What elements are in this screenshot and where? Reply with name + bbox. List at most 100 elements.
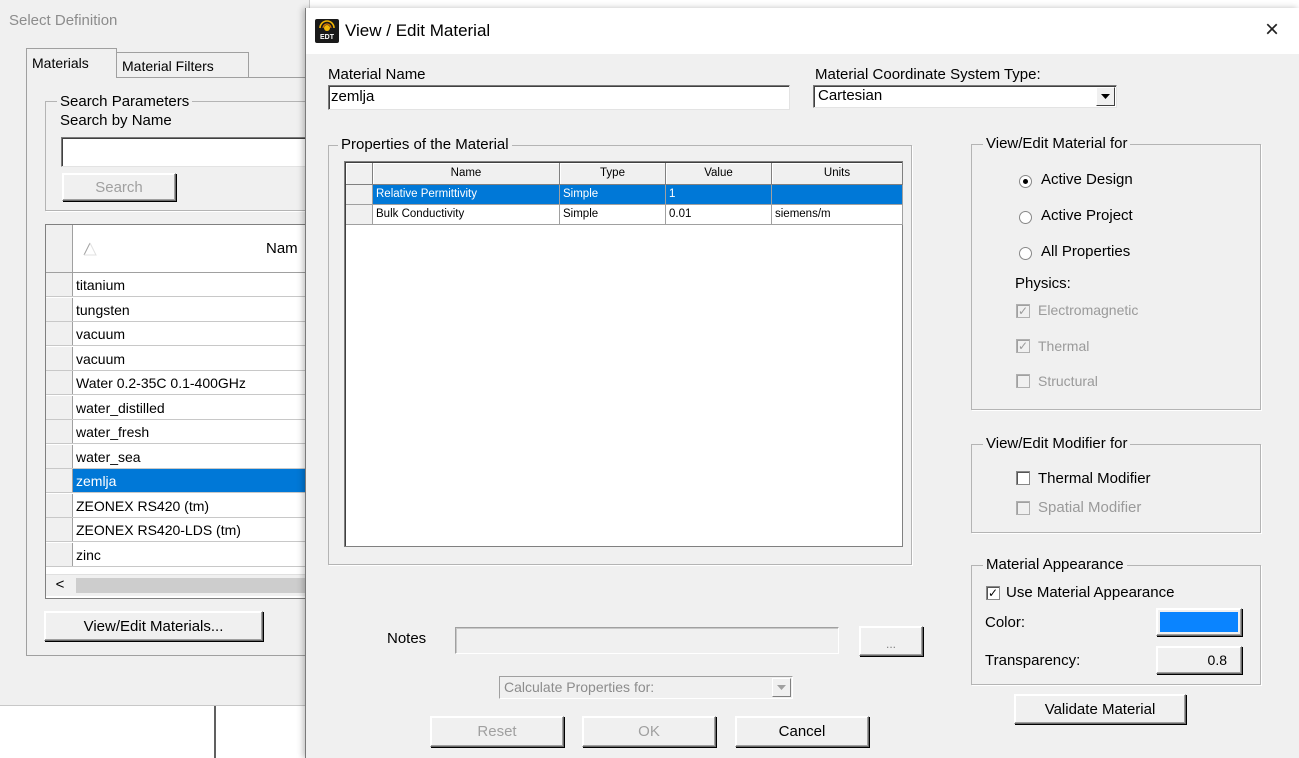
material-name: vacuum [76,350,126,367]
electromagnetic-label: Electromagnetic [1038,302,1139,318]
material-list-item[interactable]: vacuum [46,322,306,346]
property-name-cell[interactable]: Relative Permittivity [373,185,560,205]
material-list-item[interactable]: titanium [46,273,306,297]
material-list-item[interactable]: tungsten [46,297,306,322]
material-list-item[interactable]: Water 0.2-35C 0.1-400GHz [46,371,306,395]
row-header-cell[interactable] [46,395,73,419]
color-swatch [1160,612,1238,632]
coord-dropdown-button[interactable] [1096,87,1115,106]
scroll-left-icon: < [55,576,65,593]
ok-button-label: OK [638,723,660,740]
header-row-corner [46,225,73,272]
property-type-cell[interactable]: Simple [560,205,666,225]
property-type-cell[interactable]: Simple [560,185,666,205]
spatial-modifier-checkbox[interactable] [1016,501,1030,515]
row-header-cell[interactable] [46,371,73,394]
row-header-cell[interactable] [46,518,73,541]
row-header-cell[interactable] [46,273,73,296]
color-swatch-button[interactable] [1156,608,1242,636]
coord-system-select[interactable]: Cartesian [813,85,1117,108]
close-button[interactable]: × [1256,16,1288,46]
search-button[interactable]: Search [62,173,176,201]
row-header-cell[interactable] [46,493,73,517]
property-value-cell[interactable]: 0.01 [666,205,772,225]
color-label: Color: [985,614,1026,631]
appearance-group-label: Material Appearance [983,556,1127,573]
title-bar: EDT View / Edit Material × [306,8,1299,54]
property-units-cell[interactable] [772,185,903,205]
property-row-header[interactable] [346,205,373,225]
thermal-modifier-label[interactable]: Thermal Modifier [1038,470,1151,487]
row-header-cell[interactable] [46,297,73,321]
thermal-checkbox[interactable]: ✓ [1016,339,1030,353]
reset-button[interactable]: Reset [430,716,564,747]
all-properties-radio[interactable] [1019,247,1032,260]
material-list-item[interactable]: ZEONEX RS420-LDS (tm) [46,518,306,542]
material-name-input[interactable]: zemlja [328,85,790,110]
row-header-cell[interactable] [46,420,73,443]
transparency-field[interactable]: 0.8 [1156,646,1242,674]
material-list-item[interactable]: zinc [46,542,306,567]
property-row[interactable]: Bulk Conductivity Simple 0.01 siemens/m [346,205,903,225]
transparency-value: 0.8 [1207,652,1227,668]
view-edit-material-dialog: EDT View / Edit Material × Material Name… [305,8,1299,758]
header-type[interactable]: Type [560,163,666,185]
name-column-header[interactable]: Nam [266,240,298,257]
view-edit-for-label: View/Edit Material for [983,135,1131,152]
material-list-item[interactable]: water_distilled [46,395,306,420]
header-name[interactable]: Name [373,163,560,185]
ok-button[interactable]: OK [582,716,716,747]
active-design-radio[interactable] [1019,175,1032,188]
tab-material-filters[interactable]: Material Filters [117,52,249,78]
reset-button-label: Reset [477,723,517,740]
active-project-radio[interactable] [1019,211,1032,224]
horizontal-scrollbar[interactable]: < [46,574,310,596]
all-properties-label[interactable]: All Properties [1041,243,1130,260]
property-value-cell[interactable]: 1 [666,185,772,205]
structural-label: Structural [1038,373,1098,389]
structural-checkbox[interactable] [1016,374,1030,388]
row-header-cell[interactable] [46,542,73,566]
row-header-cell[interactable] [46,346,73,370]
calculate-properties-label: Calculate Properties for: [504,679,655,695]
notes-input[interactable] [455,627,839,654]
property-units-cell[interactable]: siemens/m [772,205,903,225]
view-edit-materials-button[interactable]: View/Edit Materials... [44,611,263,641]
active-design-label[interactable]: Active Design [1041,171,1133,188]
thermal-modifier-checkbox[interactable] [1016,471,1030,485]
material-list-item[interactable]: zemlja [46,469,306,493]
active-project-label[interactable]: Active Project [1041,207,1133,224]
search-input[interactable] [61,137,310,167]
electromagnetic-checkbox[interactable]: ✓ [1016,304,1030,318]
properties-header-corner [346,163,373,185]
row-header-cell[interactable] [46,444,73,468]
row-header-cell[interactable] [46,322,73,345]
use-appearance-checkbox[interactable]: ✓ [986,586,1000,600]
header-units[interactable]: Units [772,163,903,185]
thermal-label: Thermal [1038,338,1090,354]
materials-table-header: Nam [46,225,310,273]
property-row[interactable]: Relative Permittivity Simple 1 [346,185,903,205]
modifier-group-label: View/Edit Modifier for [983,435,1131,452]
cancel-button[interactable]: Cancel [735,716,869,747]
calculate-dropdown-button[interactable] [772,678,791,697]
properties-group-label: Properties of the Material [338,136,512,153]
property-name-cell[interactable]: Bulk Conductivity [373,205,560,225]
property-row-header[interactable] [346,185,373,205]
validate-material-button[interactable]: Validate Material [1014,694,1186,724]
scroll-left-button[interactable]: < [46,575,74,596]
row-header-cell[interactable] [46,469,73,492]
tab-materials[interactable]: Materials [26,48,117,78]
notes-label: Notes [387,630,427,647]
calculate-properties-select[interactable]: Calculate Properties for: [499,676,793,699]
header-value[interactable]: Value [666,163,772,185]
search-button-label: Search [95,178,143,196]
scroll-thumb[interactable] [76,578,310,593]
material-list-item[interactable]: ZEONEX RS420 (tm) [46,493,306,518]
material-list-item[interactable]: water_fresh [46,420,306,444]
use-appearance-label[interactable]: Use Material Appearance [1006,584,1174,601]
material-list-item[interactable]: vacuum [46,346,306,371]
material-list-item[interactable]: water_sea [46,444,306,469]
notes-more-button[interactable]: ... [859,626,923,656]
material-name: zemlja [76,473,117,489]
